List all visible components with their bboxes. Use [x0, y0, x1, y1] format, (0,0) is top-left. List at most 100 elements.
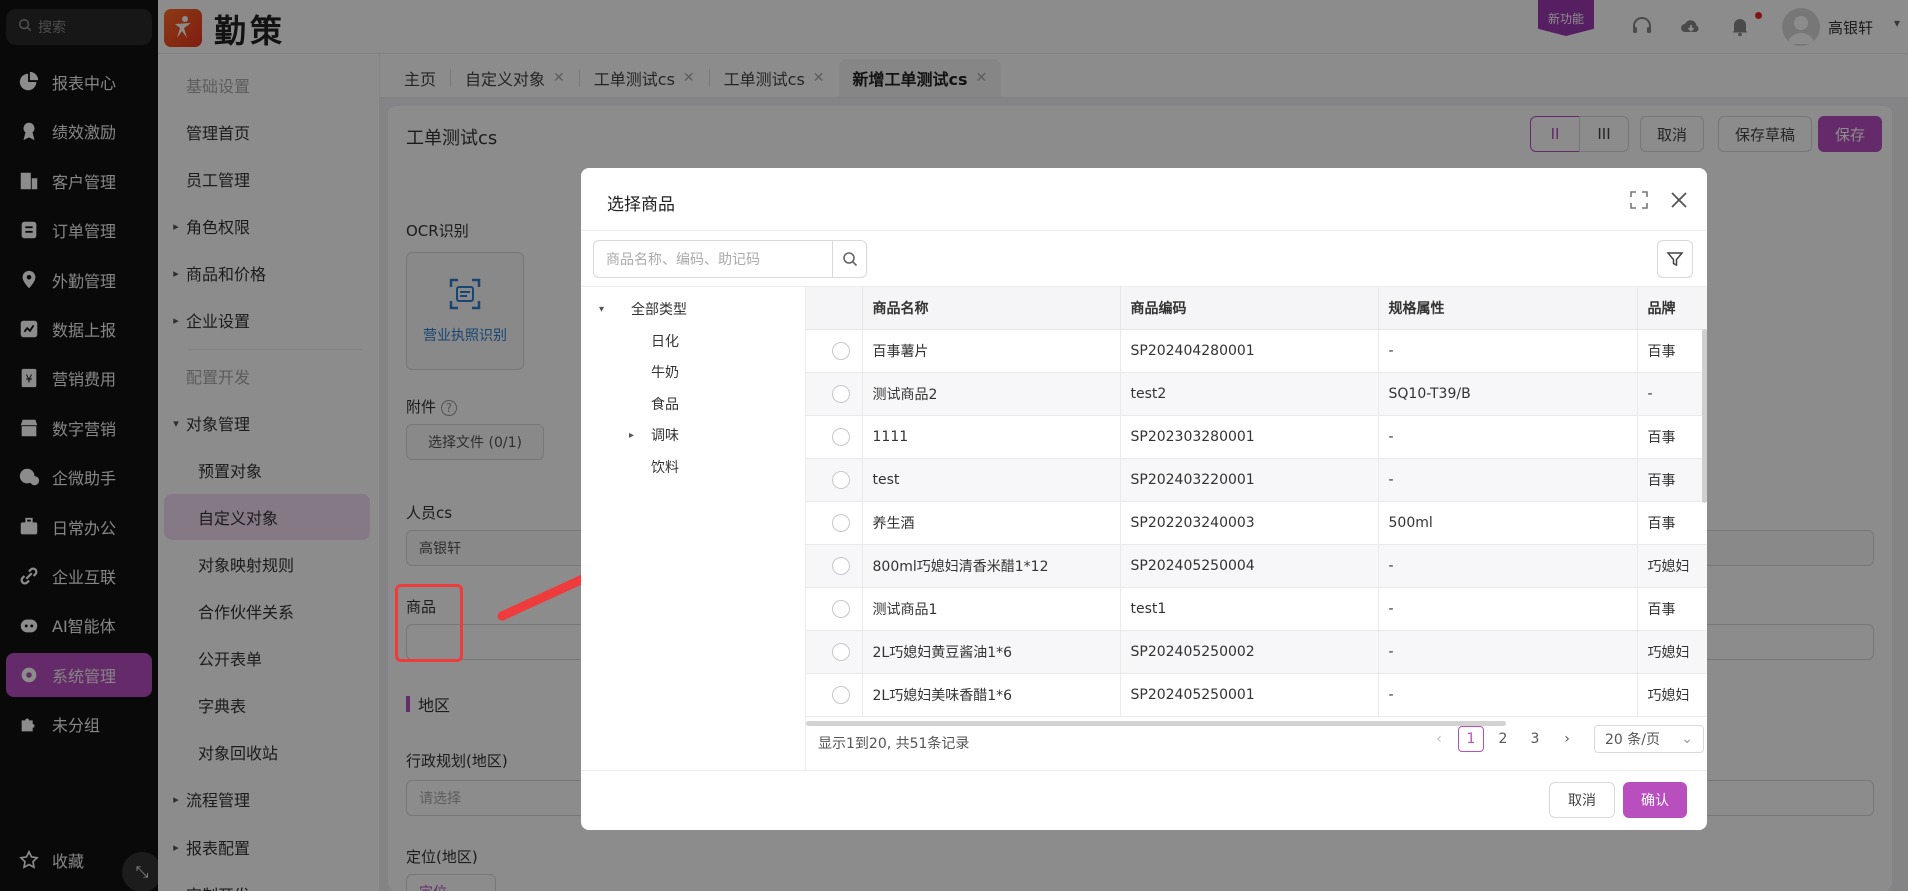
table-cell: - — [1378, 630, 1638, 674]
table-cell: SP202203240003 — [1120, 501, 1379, 545]
row-radio[interactable] — [832, 556, 850, 575]
caret-right-icon[interactable]: ▸ — [629, 430, 651, 441]
tree-node[interactable]: 饮料 — [651, 457, 679, 477]
row-radio[interactable] — [832, 685, 850, 704]
row-radio[interactable] — [832, 642, 850, 661]
tree-node[interactable]: 食品 — [651, 394, 679, 414]
horizontal-scrollbar[interactable] — [806, 721, 1506, 726]
table-row[interactable]: test SP202403220001- 百事 — [806, 458, 1707, 502]
row-radio[interactable] — [832, 470, 850, 489]
category-tree: ▾ 全部类型 日化 牛奶 食品 ▸ 调味 饮料 — [581, 286, 806, 770]
table-cell: 巧媳妇 — [1637, 673, 1707, 717]
dialog-cancel-button[interactable]: 取消 — [1549, 782, 1615, 818]
table-row[interactable]: 百事薯片 SP202404280001- 百事 — [806, 329, 1707, 373]
table-cell: 养生酒 — [862, 501, 1121, 545]
product-search-input[interactable]: 商品名称、编码、助记码 — [594, 249, 832, 269]
table-cell: 500ml — [1378, 501, 1638, 545]
table-cell: - — [1378, 587, 1638, 631]
tree-node[interactable]: 牛奶 — [651, 362, 679, 382]
table-header[interactable]: 商品名称 — [862, 287, 1121, 330]
table-cell: 百事 — [1637, 458, 1707, 502]
table-cell: 巧媳妇 — [1637, 544, 1707, 588]
dialog-confirm-button[interactable]: 确认 — [1623, 782, 1687, 818]
close-icon[interactable] — [1669, 190, 1691, 212]
table-cell: SP202405250001 — [1120, 673, 1379, 717]
table-cell: test2 — [1120, 372, 1379, 416]
next-page-icon[interactable]: › — [1554, 726, 1580, 752]
table-header[interactable]: 品牌 — [1637, 287, 1707, 330]
row-radio[interactable] — [832, 599, 850, 618]
caret-down-icon[interactable]: ▾ — [599, 304, 617, 315]
row-select-cell[interactable] — [806, 415, 863, 459]
table-cell: 2L巧媳妇黄豆酱油1*6 — [862, 630, 1121, 674]
select-product-dialog: 选择商品 商品名称、编码、助记码 ▾ 全部类型 日化 牛奶 食品 ▸调味 饮料 — [581, 168, 1707, 830]
row-radio[interactable] — [832, 341, 850, 360]
row-select-cell[interactable] — [806, 544, 863, 588]
vertical-scrollbar[interactable] — [1702, 329, 1707, 503]
table-cell: SP202405250004 — [1120, 544, 1379, 588]
table-cell: - — [1378, 544, 1638, 588]
row-radio[interactable] — [832, 427, 850, 446]
table-cell: 800ml巧媳妇清香米醋1*12 — [862, 544, 1121, 588]
pagination-summary: 显示1到20, 共51条记录 — [818, 736, 970, 752]
table-cell: SQ10-T39/B — [1378, 372, 1638, 416]
table-row[interactable]: 800ml巧媳妇清香米醋1*12 SP202405250004- 巧媳妇 — [806, 544, 1707, 588]
table-cell: 百事 — [1637, 587, 1707, 631]
table-header[interactable]: 规格属性 — [1378, 287, 1638, 330]
table-cell: - — [1378, 329, 1638, 373]
tree-label: 全部类型 — [631, 302, 687, 318]
table-cell: SP202404280001 — [1120, 329, 1379, 373]
filter-icon[interactable] — [1657, 240, 1693, 278]
row-select-cell[interactable] — [806, 329, 863, 373]
page-size-value: 20 条/页 — [1605, 732, 1660, 748]
table-header-select — [806, 287, 863, 330]
tree-label: 调味 — [651, 428, 679, 444]
table-cell: - — [1378, 458, 1638, 502]
row-select-cell[interactable] — [806, 673, 863, 717]
table-cell: test1 — [1120, 587, 1379, 631]
table-cell: SP202403220001 — [1120, 458, 1379, 502]
row-select-cell[interactable] — [806, 630, 863, 674]
table-cell: 1111 — [862, 415, 1121, 459]
table-cell: SP202405250002 — [1120, 630, 1379, 674]
fullscreen-icon[interactable] — [1629, 190, 1651, 212]
table-cell: 测试商品2 — [862, 372, 1121, 416]
product-table-area: 商品名称 商品编码 规格属性 品牌 百事薯片 SP202404280001- 百事测… — [806, 286, 1707, 770]
table-cell: 百事 — [1637, 415, 1707, 459]
page-button[interactable]: 3 — [1522, 726, 1548, 752]
table-header[interactable]: 商品编码 — [1120, 287, 1379, 330]
search-icon[interactable] — [832, 241, 866, 277]
table-row[interactable]: 2L巧媳妇黄豆酱油1*6 SP202405250002- 巧媳妇 — [806, 630, 1707, 674]
row-select-cell[interactable] — [806, 587, 863, 631]
prev-page-icon[interactable]: ‹ — [1426, 726, 1452, 752]
chevron-down-icon: ⌄ — [1681, 731, 1693, 747]
row-select-cell[interactable] — [806, 372, 863, 416]
table-cell: SP202303280001 — [1120, 415, 1379, 459]
tree-node-all[interactable]: ▾ 全部类型 — [599, 299, 687, 319]
annotation-highlight-box — [395, 584, 463, 662]
page-button[interactable]: 1 — [1458, 726, 1484, 752]
page-size-select[interactable]: 20 条/页 ⌄ — [1594, 725, 1704, 753]
table-row[interactable]: 养生酒 SP202203240003 500ml 百事 — [806, 501, 1707, 545]
table-cell: - — [1378, 415, 1638, 459]
table-cell: 2L巧媳妇美味香醋1*6 — [862, 673, 1121, 717]
tree-node-seasoning[interactable]: ▸ 调味 — [629, 425, 679, 445]
table-row[interactable]: 测试商品1 test1- 百事 — [806, 587, 1707, 631]
table-row[interactable]: 测试商品2 test2 SQ10-T39/B - — [806, 372, 1707, 416]
divider — [581, 230, 1707, 231]
divider — [581, 770, 1707, 771]
row-select-cell[interactable] — [806, 501, 863, 545]
table-cell: - — [1378, 673, 1638, 717]
row-radio[interactable] — [832, 513, 850, 532]
table-row[interactable]: 2L巧媳妇美味香醋1*6 SP202405250001- 巧媳妇 — [806, 673, 1707, 717]
row-select-cell[interactable] — [806, 458, 863, 502]
table-header-row: 商品名称 商品编码 规格属性 品牌 — [806, 287, 1707, 330]
table-row[interactable]: 1111 SP202303280001- 百事 — [806, 415, 1707, 459]
table-cell: 百事 — [1637, 501, 1707, 545]
table-cell: - — [1637, 372, 1707, 416]
table-cell: 百事薯片 — [862, 329, 1121, 373]
row-radio[interactable] — [832, 384, 850, 403]
page-button[interactable]: 2 — [1490, 726, 1516, 752]
product-table: 商品名称 商品编码 规格属性 品牌 百事薯片 SP202404280001- 百事测… — [806, 287, 1707, 717]
tree-node[interactable]: 日化 — [651, 331, 679, 351]
